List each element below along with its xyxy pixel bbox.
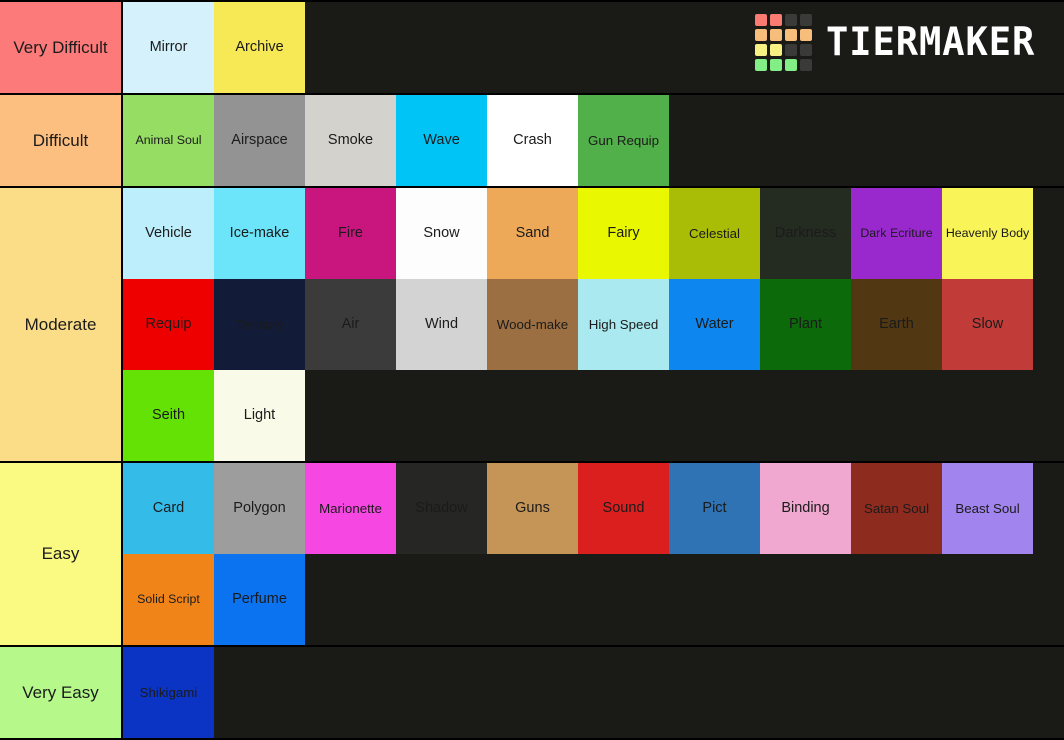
tier-item-plant[interactable]: Plant: [760, 279, 851, 370]
tier-item-heavenly-body[interactable]: Heavenly Body: [942, 188, 1033, 279]
tier-item-satan-soul[interactable]: Satan Soul: [851, 463, 942, 554]
tier-item-animal-soul[interactable]: Animal Soul: [123, 95, 214, 186]
tier-label-very-easy[interactable]: Very Easy: [0, 647, 123, 738]
tier-item-vehicle[interactable]: Vehicle: [123, 188, 214, 279]
tier-item-fairy[interactable]: Fairy: [578, 188, 669, 279]
tier-row-moderate: Moderate Vehicle Ice-make Fire Snow Sand Fairy…: [0, 188, 1064, 463]
tier-item-seith[interactable]: Seith: [123, 370, 214, 461]
tiermaker-wordmark: TIERMAKER: [825, 20, 1035, 65]
tierlist-page: TIERMAKER Very Difficult Mirror Archive Dif…: [0, 0, 1064, 740]
tier-item-wood-make[interactable]: Wood-make: [487, 279, 578, 370]
logo-swatch-6: [769, 29, 782, 41]
logo-swatch-11: [784, 44, 797, 56]
logo-swatch-2: [769, 14, 782, 26]
tiermaker-grid-icon: [754, 14, 812, 71]
tier-item-airspace[interactable]: Airspace: [214, 95, 305, 186]
tier-label-very-difficult[interactable]: Very Difficult: [0, 2, 123, 93]
tier-item-requip[interactable]: Requip: [123, 279, 214, 370]
logo-swatch-9: [754, 44, 767, 56]
tier-item-ice-make[interactable]: Ice-make: [214, 188, 305, 279]
tier-item-mirror[interactable]: Mirror: [123, 2, 214, 93]
tier-item-crash[interactable]: Crash: [487, 95, 578, 186]
tier-item-earth[interactable]: Earth: [851, 279, 942, 370]
logo-swatch-15: [784, 59, 797, 71]
tier-item-shadow[interactable]: Shadow: [396, 463, 487, 554]
tier-item-wave[interactable]: Wave: [396, 95, 487, 186]
tier-item-wind[interactable]: Wind: [396, 279, 487, 370]
tier-item-gun-requip[interactable]: Gun Requip: [578, 95, 669, 186]
tier-label-easy[interactable]: Easy: [0, 463, 123, 645]
tier-item-dark-ecriture[interactable]: Dark Ecriture: [851, 188, 942, 279]
tier-item-binding[interactable]: Binding: [760, 463, 851, 554]
tier-item-slow[interactable]: Slow: [942, 279, 1033, 370]
tier-label-moderate[interactable]: Moderate: [0, 188, 123, 461]
tier-item-celestial[interactable]: Celestial: [669, 188, 760, 279]
logo-swatch-16: [799, 59, 812, 71]
logo-swatch-13: [754, 59, 767, 71]
tier-items-very-easy: Shikigami: [123, 647, 1064, 738]
tier-item-beast-soul[interactable]: Beast Soul: [942, 463, 1033, 554]
logo-swatch-12: [799, 44, 812, 56]
tier-label-difficult[interactable]: Difficult: [0, 95, 123, 186]
tier-item-light[interactable]: Light: [214, 370, 305, 461]
tier-item-sound[interactable]: Sound: [578, 463, 669, 554]
tier-item-archive[interactable]: Archive: [214, 2, 305, 93]
tier-item-polygon[interactable]: Polygon: [214, 463, 305, 554]
tier-item-pict[interactable]: Pict: [669, 463, 760, 554]
logo-swatch-1: [754, 14, 767, 26]
logo-swatch-10: [769, 44, 782, 56]
tier-item-darkness[interactable]: Darkness: [760, 188, 851, 279]
tier-item-shikigami[interactable]: Shikigami: [123, 647, 214, 738]
tier-row-difficult: Difficult Animal Soul Airspace Smoke Wave Cra…: [0, 95, 1064, 188]
logo-swatch-14: [769, 59, 782, 71]
logo-swatch-8: [799, 29, 812, 41]
tier-item-territory[interactable]: Territory: [214, 279, 305, 370]
tier-item-high-speed[interactable]: High Speed: [578, 279, 669, 370]
tier-list-container: Very Difficult Mirror Archive Difficult Anim…: [0, 0, 1064, 740]
tier-item-card[interactable]: Card: [123, 463, 214, 554]
logo-swatch-5: [754, 29, 767, 41]
tiermaker-logo[interactable]: TIERMAKER: [754, 14, 1046, 71]
tier-row-very-easy: Very Easy Shikigami: [0, 647, 1064, 740]
tier-item-perfume[interactable]: Perfume: [214, 554, 305, 645]
tier-item-snow[interactable]: Snow: [396, 188, 487, 279]
tier-item-fire[interactable]: Fire: [305, 188, 396, 279]
tier-item-marionette[interactable]: Marionette: [305, 463, 396, 554]
tier-item-air[interactable]: Air: [305, 279, 396, 370]
tier-item-smoke[interactable]: Smoke: [305, 95, 396, 186]
tier-item-sand[interactable]: Sand: [487, 188, 578, 279]
logo-swatch-7: [784, 29, 797, 41]
tier-item-water[interactable]: Water: [669, 279, 760, 370]
logo-swatch-4: [799, 14, 812, 26]
tier-item-guns[interactable]: Guns: [487, 463, 578, 554]
logo-swatch-3: [784, 14, 797, 26]
tier-items-difficult: Animal Soul Airspace Smoke Wave Crash Gun Req…: [123, 95, 1064, 186]
tier-items-moderate: Vehicle Ice-make Fire Snow Sand Fairy Celestia…: [123, 188, 1064, 461]
tier-items-easy: Card Polygon Marionette Shadow Guns Sound Pict…: [123, 463, 1064, 645]
tier-row-easy: Easy Card Polygon Marionette Shadow Guns Sound…: [0, 463, 1064, 647]
tier-item-solid-script[interactable]: Solid Script: [123, 554, 214, 645]
